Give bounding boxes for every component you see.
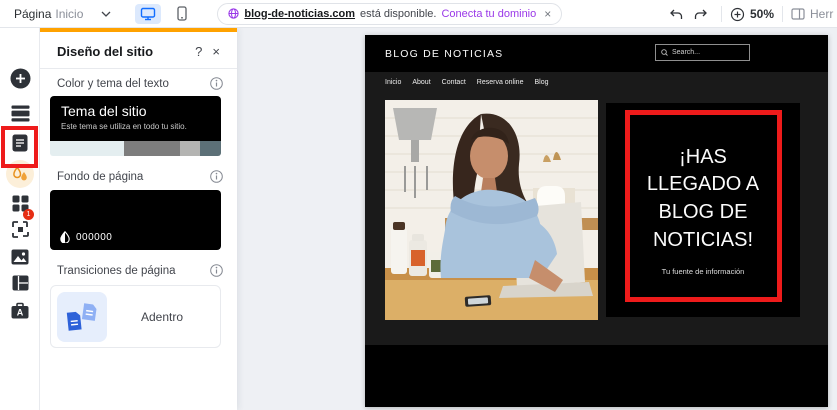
mobile-view-button[interactable] bbox=[169, 4, 195, 24]
zoom-level: 50% bbox=[749, 7, 774, 21]
undo-button[interactable] bbox=[665, 2, 689, 26]
sections-icon bbox=[11, 105, 29, 121]
layout-grid-icon bbox=[12, 275, 28, 291]
page-selector-value: Inicio bbox=[55, 6, 84, 21]
addons-badge: 1 bbox=[23, 209, 34, 220]
undo-icon bbox=[670, 9, 683, 19]
site-footer-section[interactable] bbox=[365, 345, 828, 407]
add-section-button[interactable] bbox=[0, 98, 40, 128]
tools-label: Herr bbox=[810, 7, 834, 21]
page-transition-icon bbox=[66, 302, 97, 331]
page-transition-card[interactable]: Adentro bbox=[50, 285, 221, 348]
tools-panel-button[interactable]: Herr bbox=[791, 7, 837, 21]
domain-banner: blog-de-noticias.com está disponible. Co… bbox=[217, 2, 563, 25]
editor-sidebar: 1 A bbox=[0, 28, 40, 410]
redo-icon bbox=[695, 9, 708, 19]
editor-topbar: Página Inicio blog-de-noticias.com está … bbox=[0, 0, 837, 28]
page-selector-label: Página bbox=[14, 6, 52, 21]
topbar-divider bbox=[720, 6, 722, 22]
palette-swatch bbox=[123, 141, 180, 156]
page-background-card[interactable]: 000000 bbox=[50, 190, 221, 250]
background-section-label: Fondo de página bbox=[57, 171, 144, 183]
svg-text:A: A bbox=[17, 307, 24, 317]
content-manager-button[interactable] bbox=[0, 268, 40, 298]
connect-domain-link[interactable]: Conecta tu dominio bbox=[441, 8, 536, 20]
site-header[interactable]: BLOG DE NOTICIAS Search... bbox=[365, 35, 828, 72]
page-selector[interactable]: Página Inicio bbox=[0, 7, 121, 21]
layers-button[interactable] bbox=[0, 404, 40, 410]
device-toggle bbox=[135, 3, 195, 24]
nav-link-blog[interactable]: Blog bbox=[534, 79, 548, 86]
panel-title: Diseño del sitio bbox=[57, 43, 154, 59]
site-search-input[interactable]: Search... bbox=[655, 44, 750, 61]
zoom-icon bbox=[730, 7, 745, 21]
desktop-view-button[interactable] bbox=[135, 3, 162, 24]
domain-url[interactable]: blog-de-noticias.com bbox=[244, 8, 355, 20]
transition-icon-tile bbox=[57, 291, 107, 342]
help-icon[interactable]: ? bbox=[190, 44, 207, 59]
media-icon bbox=[11, 249, 29, 265]
hero-subheading[interactable]: Tu fuente de información bbox=[662, 267, 745, 276]
close-panel-icon[interactable]: × bbox=[207, 44, 225, 59]
addons-icon bbox=[11, 220, 29, 238]
redo-button[interactable] bbox=[689, 2, 713, 26]
site-title[interactable]: BLOG DE NOTICIAS bbox=[385, 48, 503, 60]
wix-editor-window: Página Inicio blog-de-noticias.com está … bbox=[0, 0, 837, 410]
background-hex-value: 000000 bbox=[76, 232, 113, 243]
hero-text-box[interactable]: ¡HAS LLEGADO A BLOG DE NOTICIAS! Tu fuen… bbox=[606, 103, 800, 317]
info-icon[interactable] bbox=[210, 264, 223, 282]
business-tools-button[interactable]: A bbox=[0, 295, 40, 325]
globe-icon bbox=[228, 8, 240, 19]
palette-swatch bbox=[50, 141, 124, 156]
nav-link-inicio[interactable]: Inicio bbox=[385, 79, 401, 86]
mobile-icon bbox=[177, 6, 188, 21]
hero-section[interactable]: ¡HAS LLEGADO A BLOG DE NOTICIAS! Tu fuen… bbox=[365, 93, 828, 345]
theme-section-label: Color y tema del texto bbox=[57, 78, 169, 90]
add-icon bbox=[10, 68, 30, 88]
nav-link-contact[interactable]: Contact bbox=[442, 79, 466, 86]
info-icon[interactable] bbox=[210, 77, 223, 95]
panel-header: Diseño del sitio ? × bbox=[57, 40, 225, 62]
theme-card-title: Tema del sitio bbox=[61, 103, 147, 119]
search-placeholder: Search... bbox=[672, 49, 701, 56]
transitions-section-label: Transiciones de página bbox=[57, 265, 176, 277]
site-preview[interactable]: BLOG DE NOTICIAS Search... Inicio About … bbox=[365, 35, 828, 407]
panel-accent-bar bbox=[40, 28, 237, 32]
site-nav: Inicio About Contact Reserva online Blog bbox=[365, 72, 828, 93]
site-design-icon bbox=[13, 166, 27, 181]
zoom-control[interactable]: 50% bbox=[730, 7, 774, 22]
palette-swatch bbox=[179, 141, 201, 156]
info-icon[interactable] bbox=[210, 170, 223, 188]
site-theme-card[interactable]: Tema del sitio Este tema se utiliza en t… bbox=[50, 96, 221, 141]
briefcase-icon: A bbox=[11, 302, 29, 318]
panel-layout-icon bbox=[791, 8, 805, 20]
site-design-icon-bg bbox=[6, 160, 34, 188]
addons-button[interactable]: 1 bbox=[0, 209, 40, 244]
pages-icon bbox=[12, 134, 28, 152]
domain-status: está disponible. bbox=[360, 7, 437, 20]
nav-link-about[interactable]: About bbox=[412, 79, 430, 86]
nav-link-reserva-online[interactable]: Reserva online bbox=[477, 79, 524, 86]
hero-photo[interactable] bbox=[385, 100, 598, 320]
pages-button[interactable] bbox=[0, 128, 40, 158]
palette-swatch bbox=[200, 141, 221, 156]
search-icon bbox=[661, 49, 668, 56]
chevron-down-icon bbox=[101, 11, 111, 17]
topbar-actions: 50% Herr bbox=[665, 0, 837, 28]
hero-heading[interactable]: ¡HAS LLEGADO A BLOG DE NOTICIAS! bbox=[638, 144, 768, 254]
theme-card-subtitle: Este tema se utiliza en todo tu sitio. bbox=[61, 122, 187, 131]
close-icon[interactable]: × bbox=[544, 7, 551, 21]
editor-canvas[interactable]: BLOG DE NOTICIAS Search... Inicio About … bbox=[237, 28, 837, 410]
panel-divider bbox=[40, 68, 237, 69]
desktop-icon bbox=[141, 7, 156, 20]
topbar-divider bbox=[782, 6, 783, 22]
color-droplet-icon bbox=[60, 231, 70, 243]
site-design-button[interactable] bbox=[0, 159, 40, 189]
add-element-button[interactable] bbox=[0, 63, 40, 93]
transition-option-label: Adentro bbox=[141, 309, 184, 324]
site-design-panel: Diseño del sitio ? × Color y tema del te… bbox=[40, 28, 237, 410]
theme-palette[interactable] bbox=[50, 141, 221, 156]
